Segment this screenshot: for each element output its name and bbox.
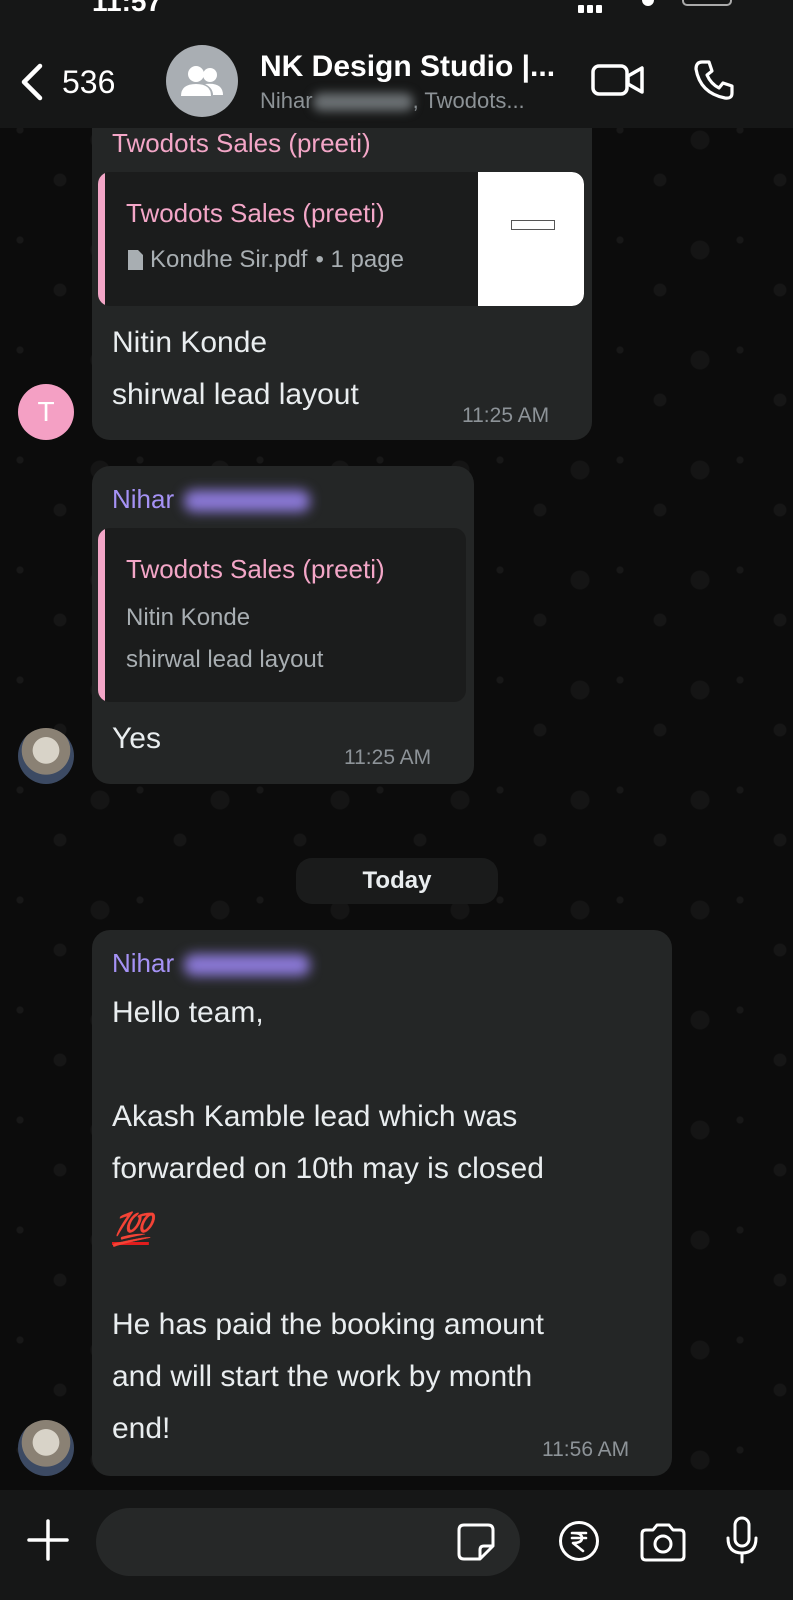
quote-bar: [98, 172, 105, 306]
message-line: Akash Kamble lead which was: [112, 1100, 518, 1133]
plus-icon[interactable]: [26, 1518, 70, 1562]
sender-name[interactable]: Nihar: [112, 484, 311, 515]
quoted-document[interactable]: Twodots Sales (preeti) Kondhe Sir.pdf • …: [98, 172, 584, 306]
microphone-icon[interactable]: [724, 1516, 760, 1564]
chat-header: 11:57 536 NK Design Studio |... Nihar , T…: [0, 0, 793, 128]
status-bar: 11:57: [0, 0, 793, 14]
quoted-message[interactable]: Twodots Sales (preeti) Nitin Konde shirw…: [98, 528, 466, 702]
avatar[interactable]: [18, 728, 74, 784]
group-name[interactable]: NK Design Studio |...: [260, 50, 555, 84]
battery-icon: [682, 0, 732, 6]
group-members[interactable]: Nihar , Twodots...: [260, 88, 525, 114]
phone-icon[interactable]: [692, 58, 736, 102]
back-button[interactable]: 536: [14, 58, 115, 106]
hundred-points-emoji: 💯: [112, 1211, 152, 1247]
signal-icon: [578, 0, 612, 13]
message-line: forwarded on 10th may is closed: [112, 1152, 544, 1185]
chevron-left-icon: [21, 63, 43, 101]
message-line: shirwal lead layout: [112, 378, 359, 411]
sticker-icon[interactable]: [456, 1522, 496, 1562]
document-name: Kondhe Sir.pdf: [150, 246, 308, 273]
document-thumbnail: [478, 172, 584, 306]
date-divider: Today: [296, 858, 498, 904]
avatar[interactable]: [18, 1420, 74, 1476]
sender-name[interactable]: Nihar: [112, 948, 311, 979]
status-time: 11:57: [92, 0, 162, 14]
document-preview-mark: [511, 220, 555, 230]
sender-first-name: Nihar: [112, 484, 175, 514]
sender-first-name: Nihar: [112, 948, 175, 978]
group-icon: [181, 66, 223, 96]
members-rest: , Twodots...: [412, 88, 525, 113]
document-meta: • 1 page: [315, 246, 404, 273]
message-time: 11:25 AM: [344, 746, 432, 769]
quote-author: Twodots Sales (preeti): [126, 554, 385, 584]
member-name: Nihar: [260, 88, 313, 113]
rupee-icon[interactable]: [558, 1520, 600, 1562]
message-line: Yes: [112, 722, 161, 755]
message-line: and will start the work by month: [112, 1360, 533, 1393]
redacted-name: [184, 954, 311, 977]
group-avatar[interactable]: [166, 45, 238, 117]
message-time: 11:56 AM: [542, 1438, 630, 1461]
quote-author: Twodots Sales (preeti): [126, 198, 385, 228]
document-icon: [128, 250, 143, 270]
wifi-icon: [642, 0, 654, 6]
quote-bar: [98, 528, 105, 702]
message-line: Nitin Konde: [112, 326, 268, 359]
camera-icon[interactable]: [638, 1522, 688, 1562]
redacted-name: [184, 490, 311, 513]
sender-name[interactable]: Twodots Sales (preeti): [112, 128, 371, 159]
document-info: Kondhe Sir.pdf • 1 page: [126, 246, 404, 274]
message-line: He has paid the booking amount: [112, 1308, 544, 1341]
video-camera-icon[interactable]: [590, 60, 646, 100]
quote-text: shirwal lead layout: [126, 646, 324, 673]
message-time: 11:25 AM: [462, 404, 550, 427]
redacted-name: [312, 93, 413, 112]
unread-count: 536: [62, 63, 116, 100]
message-line: Hello team,: [112, 996, 264, 1029]
quote-text: Nitin Konde: [126, 604, 251, 631]
avatar[interactable]: T: [18, 384, 74, 440]
message-line: end!: [112, 1412, 171, 1445]
